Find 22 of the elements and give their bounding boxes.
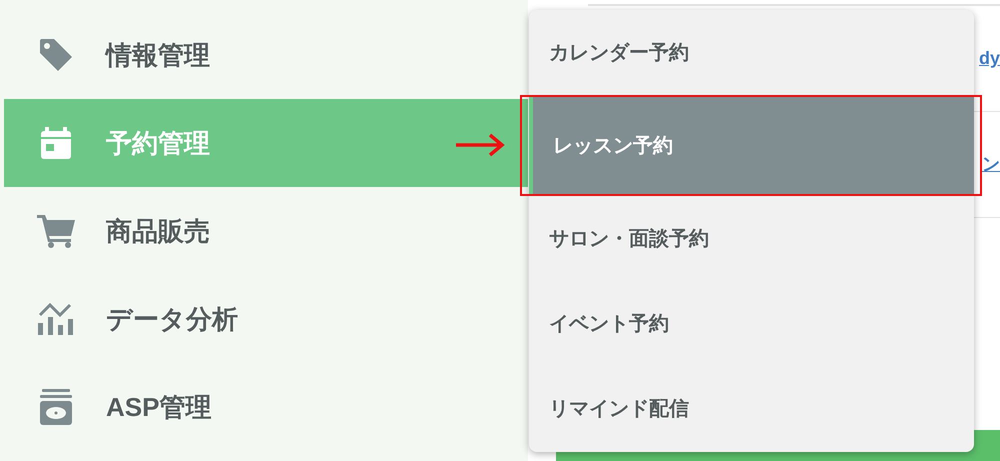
sidebar-item[interactable]: データ分析 bbox=[4, 275, 528, 363]
sidebar-item[interactable]: 商品販売 bbox=[4, 187, 528, 275]
sidebar-label: データ分析 bbox=[106, 302, 238, 336]
calendar-icon bbox=[39, 125, 73, 161]
tag-icon bbox=[38, 37, 74, 73]
sidebar-item[interactable]: 情報管理 bbox=[4, 11, 528, 99]
archive-icon bbox=[38, 387, 74, 427]
sidebar-label: ASP管理 bbox=[106, 390, 212, 424]
menu-item[interactable]: サロン・面談予約 bbox=[529, 196, 974, 282]
cart-icon bbox=[36, 213, 76, 249]
sidebar-label: 予約管理 bbox=[106, 126, 210, 160]
menu-item[interactable]: カレンダー予約 bbox=[529, 10, 974, 96]
link[interactable]: dy bbox=[978, 45, 1000, 72]
arrow-icon bbox=[454, 133, 506, 157]
menu-item[interactable]: リマインド配信 bbox=[529, 366, 974, 452]
sidebar-item[interactable]: ASP管理 bbox=[4, 363, 528, 451]
chart-icon bbox=[36, 301, 76, 337]
sidebar-label: 情報管理 bbox=[106, 38, 210, 72]
menu-item[interactable]: レッスン予約 bbox=[529, 97, 974, 194]
link[interactable]: ン bbox=[982, 151, 1000, 178]
menu-item[interactable]: イベント予約 bbox=[529, 282, 974, 367]
sidebar-label: 商品販売 bbox=[106, 214, 210, 248]
